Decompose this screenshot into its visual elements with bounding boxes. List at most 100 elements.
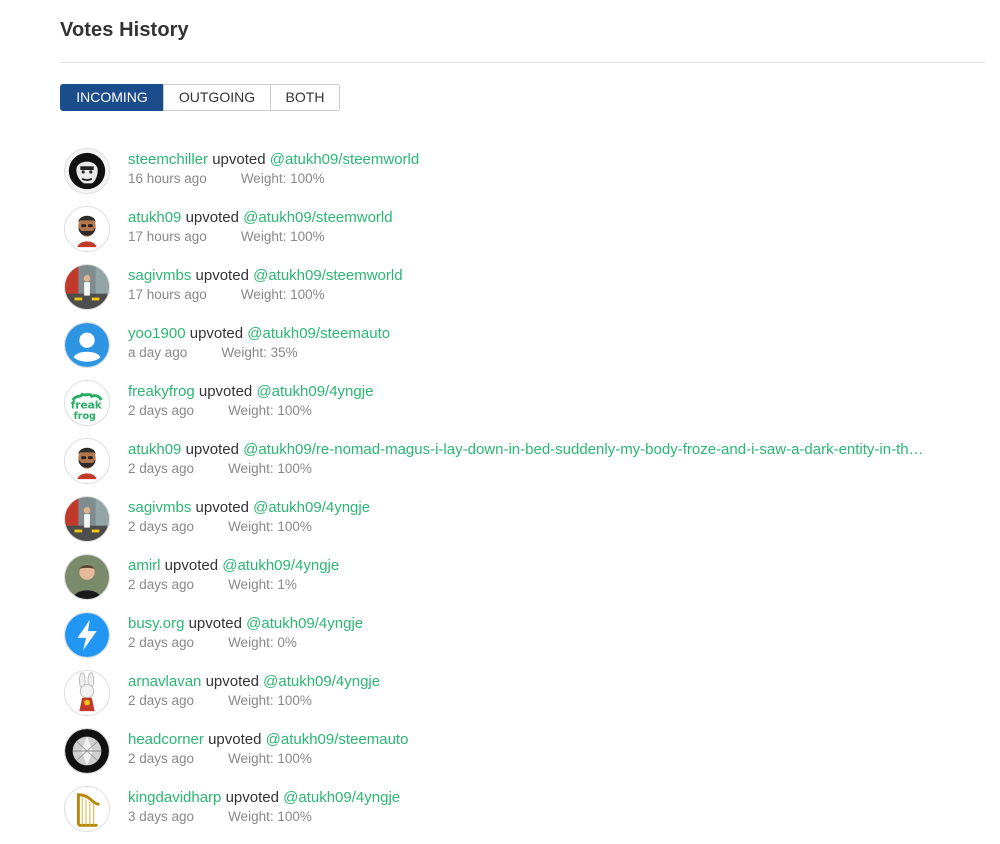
post-link[interactable]: @atukh09/4yngje [256, 383, 373, 400]
voter-link[interactable]: sagivmbs [128, 267, 191, 284]
vote-summary: atukh09 upvoted @atukh09/steemworld [128, 209, 978, 227]
voter-link[interactable]: atukh09 [128, 209, 181, 226]
vote-verb: upvoted [212, 151, 266, 168]
man-portrait-avatar[interactable] [64, 554, 110, 600]
vote-list-item: busy.org upvoted @atukh09/4yngje 2 days a… [64, 612, 989, 670]
vote-time: 2 days ago [128, 751, 195, 766]
post-link[interactable]: @atukh09/steemworld [253, 267, 402, 284]
tab-outgoing[interactable]: OUTGOING [163, 84, 271, 111]
vote-list-item: amirl upvoted @atukh09/4yngje 2 days ago W… [64, 554, 989, 612]
tab-incoming[interactable]: INCOMING [60, 84, 164, 111]
voter-link[interactable]: atukh09 [128, 441, 181, 458]
post-link[interactable]: @atukh09/re-nomad-magus-i-lay-down-in-be… [243, 441, 923, 458]
vote-meta: 3 days ago Weight: 100% [128, 809, 312, 825]
vote-verb: upvoted [208, 731, 262, 748]
vote-weight: Weight: 100% [228, 403, 312, 418]
vote-time: 2 days ago [128, 461, 195, 476]
voter-link[interactable]: arnavlavan [128, 673, 201, 690]
vote-meta: 2 days ago Weight: 0% [128, 635, 297, 651]
vote-summary: yoo1900 upvoted @atukh09/steemauto [128, 325, 978, 343]
post-link[interactable]: @atukh09/4yngje [283, 789, 400, 806]
vote-meta: a day ago Weight: 35% [128, 345, 298, 361]
vote-summary: amirl upvoted @atukh09/4yngje [128, 557, 978, 575]
vote-meta: 2 days ago Weight: 1% [128, 577, 297, 593]
post-link[interactable]: @atukh09/steemworld [243, 209, 392, 226]
vote-verb: upvoted [205, 673, 259, 690]
vote-verb: upvoted [195, 499, 249, 516]
harp-avatar[interactable] [64, 786, 110, 832]
voter-link[interactable]: yoo1900 [128, 325, 186, 342]
street-photo-avatar[interactable] [64, 496, 110, 542]
vote-list-item: headcorner upvoted @atukh09/steemauto 2 d… [64, 728, 989, 786]
vote-weight: Weight: 100% [228, 751, 312, 766]
vote-verb: upvoted [164, 557, 219, 574]
vote-time: a day ago [128, 345, 188, 360]
vote-verb: upvoted [198, 383, 253, 400]
voter-link[interactable]: busy.org [128, 615, 184, 632]
vote-verb: upvoted [225, 789, 279, 806]
vote-summary: kingdavidharp upvoted @atukh09/4yngje [128, 789, 978, 807]
vote-summary: atukh09 upvoted @atukh09/re-nomad-magus-… [128, 441, 978, 459]
voter-link[interactable]: sagivmbs [128, 499, 191, 516]
post-link[interactable]: @atukh09/4yngje [246, 615, 363, 632]
default-user-avatar[interactable] [64, 322, 110, 368]
vote-weight: Weight: 100% [228, 519, 312, 534]
tab-both[interactable]: BOTH [270, 84, 340, 111]
vote-summary: sagivmbs upvoted @atukh09/4yngje [128, 499, 978, 517]
vote-weight: Weight: 1% [228, 577, 297, 592]
vote-meta: 17 hours ago Weight: 100% [128, 229, 325, 245]
page-title: Votes History [60, 19, 189, 41]
street-photo-avatar[interactable] [64, 264, 110, 310]
post-link[interactable]: @atukh09/steemauto [266, 731, 409, 748]
vote-summary: busy.org upvoted @atukh09/4yngje [128, 615, 978, 633]
white-rabbit-avatar[interactable] [64, 670, 110, 716]
svg-text:frog: frog [74, 411, 96, 422]
vote-weight: Weight: 100% [228, 693, 312, 708]
vote-summary: headcorner upvoted @atukh09/steemauto [128, 731, 978, 749]
vote-meta: 2 days ago Weight: 100% [128, 403, 312, 419]
vote-list-item: atukh09 upvoted @atukh09/re-nomad-magus-… [64, 438, 989, 496]
voter-link[interactable]: headcorner [128, 731, 204, 748]
title-divider [60, 62, 985, 63]
post-link[interactable]: @atukh09/steemauto [247, 325, 390, 342]
voter-link[interactable]: steemchiller [128, 151, 208, 168]
bearded-man-avatar[interactable] [64, 438, 110, 484]
vote-time: 17 hours ago [128, 287, 207, 302]
bw-portrait-avatar[interactable] [64, 148, 110, 194]
post-link[interactable]: @atukh09/4yngje [263, 673, 380, 690]
vote-summary: freakyfrog upvoted @atukh09/4yngje [128, 383, 978, 401]
lightning-bolt-avatar[interactable] [64, 612, 110, 658]
vote-summary: steemchiller upvoted @atukh09/steemworld [128, 151, 978, 169]
vote-weight: Weight: 100% [240, 229, 325, 244]
vote-weight: Weight: 100% [228, 461, 312, 476]
vote-time: 2 days ago [128, 577, 195, 592]
vote-summary: arnavlavan upvoted @atukh09/4yngje [128, 673, 978, 691]
vote-meta: 16 hours ago Weight: 100% [128, 171, 325, 187]
diamond-avatar[interactable] [64, 728, 110, 774]
vote-verb: upvoted [189, 325, 244, 342]
post-link[interactable]: @atukh09/4yngje [222, 557, 339, 574]
vote-weight: Weight: 35% [221, 345, 298, 360]
vote-list-item: sagivmbs upvoted @atukh09/4yngje 2 days a… [64, 496, 989, 554]
post-link[interactable]: @atukh09/4yngje [253, 499, 370, 516]
vote-time: 16 hours ago [128, 171, 207, 186]
voter-link[interactable]: freakyfrog [128, 383, 195, 400]
vote-verb: upvoted [185, 209, 239, 226]
vote-time: 3 days ago [128, 809, 195, 824]
freakyfrog-logo-avatar[interactable]: freak frog [64, 380, 110, 426]
vote-list-item: sagivmbs upvoted @atukh09/steemworld 17 h… [64, 264, 989, 322]
voter-link[interactable]: kingdavidharp [128, 789, 221, 806]
vote-list-item: freak frog freakyfrog upvoted @atukh09/4yn… [64, 380, 989, 438]
vote-list-item: yoo1900 upvoted @atukh09/steemauto a day … [64, 322, 989, 380]
vote-time: 2 days ago [128, 635, 195, 650]
voter-link[interactable]: amirl [128, 557, 161, 574]
vote-list-item: atukh09 upvoted @atukh09/steemworld 17 ho… [64, 206, 989, 264]
post-link[interactable]: @atukh09/steemworld [270, 151, 419, 168]
vote-meta: 2 days ago Weight: 100% [128, 519, 312, 535]
vote-time: 2 days ago [128, 693, 195, 708]
vote-meta: 17 hours ago Weight: 100% [128, 287, 325, 303]
votes-history-page: Votes History INCOMING OUTGOING BOTH ste… [0, 0, 1000, 841]
bearded-man-avatar[interactable] [64, 206, 110, 252]
vote-time: 2 days ago [128, 519, 195, 534]
vote-meta: 2 days ago Weight: 100% [128, 751, 312, 767]
